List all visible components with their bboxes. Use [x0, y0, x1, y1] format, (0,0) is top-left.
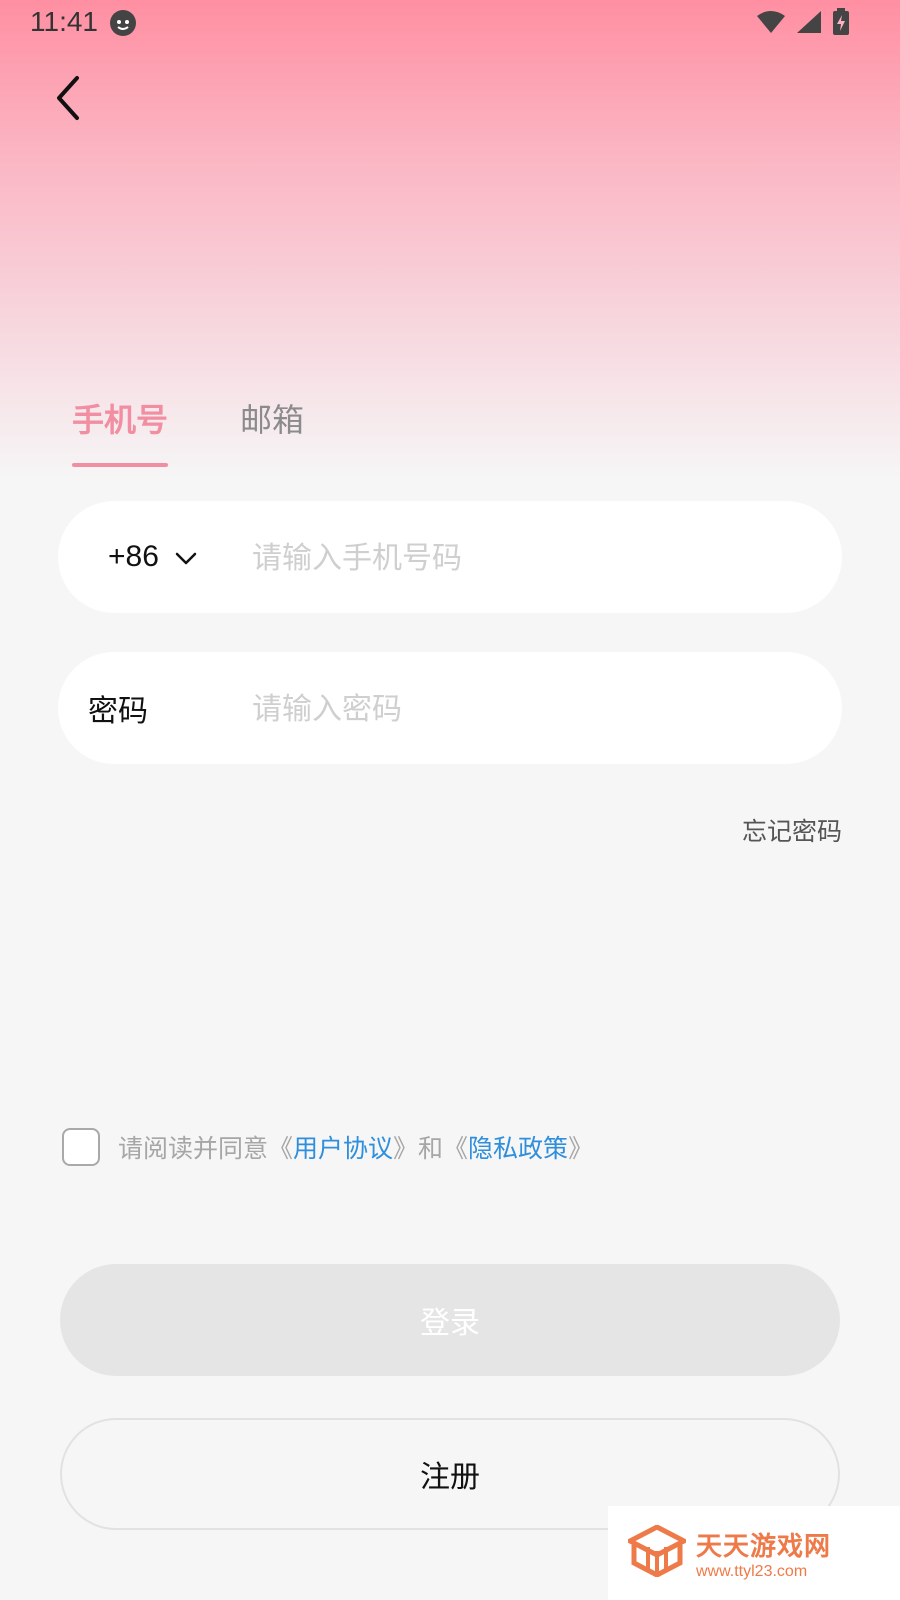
- agreement-text: 请阅读并同意《用户协议》和《隐私政策》: [118, 1129, 593, 1165]
- password-field: 密码: [58, 652, 842, 764]
- country-code-selector[interactable]: +86: [108, 501, 197, 613]
- notification-app-icon: [110, 10, 136, 36]
- battery-icon: [832, 8, 850, 40]
- privacy-policy-link[interactable]: 隐私政策: [468, 1134, 568, 1163]
- password-label: 密码: [88, 694, 148, 729]
- agreement-checkbox[interactable]: [62, 1128, 100, 1166]
- login-button-label: 登录: [420, 1306, 480, 1341]
- country-code-value: +86: [108, 540, 159, 573]
- agreement-suffix: 》: [568, 1134, 594, 1163]
- active-tab-indicator: [72, 463, 169, 467]
- watermark: 天天游戏网 www.ttyl23.com: [608, 1506, 900, 1600]
- watermark-url: www.ttyl23.com: [696, 1562, 808, 1580]
- register-button-label: 注册: [420, 1460, 480, 1495]
- back-button[interactable]: [44, 72, 92, 128]
- agreement-prefix: 请阅读并同意《: [118, 1134, 294, 1163]
- watermark-logo-icon: [624, 1524, 690, 1581]
- status-bar: 11:41: [0, 0, 900, 48]
- password-input[interactable]: [250, 680, 814, 738]
- user-agreement-link[interactable]: 用户协议: [293, 1134, 393, 1163]
- signal-icon: [796, 10, 822, 38]
- login-button[interactable]: 登录: [60, 1264, 840, 1376]
- watermark-title: 天天游戏网: [696, 1531, 832, 1562]
- login-method-tabs: 手机号 邮箱: [72, 395, 304, 467]
- watermark-text: 天天游戏网 www.ttyl23.com: [696, 1526, 831, 1581]
- agreement-row: 请阅读并同意《用户协议》和《隐私政策》: [62, 1128, 593, 1166]
- tab-phone-label: 手机号: [72, 401, 169, 439]
- chevron-down-icon: [175, 540, 197, 574]
- tab-phone[interactable]: 手机号: [72, 395, 169, 467]
- status-time: 11:41: [30, 6, 98, 37]
- status-icons: [756, 8, 850, 40]
- phone-input[interactable]: [250, 529, 814, 587]
- chevron-left-icon: [53, 74, 83, 126]
- tab-email[interactable]: 邮箱: [240, 395, 304, 467]
- agreement-middle: 》和《: [393, 1134, 469, 1163]
- phone-field: +86: [58, 501, 842, 613]
- tab-email-label: 邮箱: [240, 401, 305, 439]
- forgot-password-link[interactable]: 忘记密码: [742, 812, 842, 848]
- wifi-icon: [756, 10, 786, 38]
